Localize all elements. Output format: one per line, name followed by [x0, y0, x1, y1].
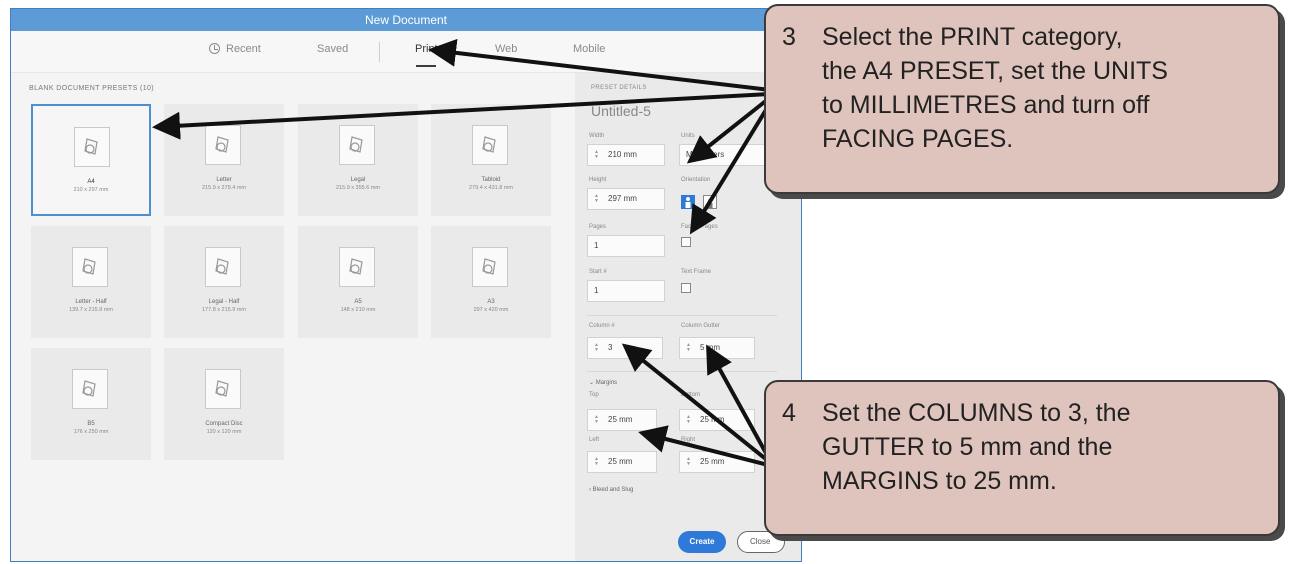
stage: New Document Recent Saved Print Web Mobi…: [0, 0, 1290, 564]
arrow-to-units: [686, 94, 774, 164]
callout-4-line: MARGINS to 25 mm.: [822, 467, 1057, 495]
arrow-to-print-tab: [428, 38, 771, 92]
arrow-to-facing-pages: [689, 98, 774, 235]
callout-step-3: 3 Select the PRINT category, the A4 PRES…: [764, 4, 1280, 194]
arrow-to-a4-preset: [152, 92, 771, 140]
callout-3-text: Select the PRINT category, the A4 PRESET…: [822, 20, 1168, 156]
callout-3-line: the A4 PRESET, set the UNITS: [822, 57, 1168, 85]
callout-3-number: 3: [782, 23, 796, 51]
callout-4-line: Set the COLUMNS to 3, the: [822, 399, 1131, 427]
callout-4-text: Set the COLUMNS to 3, the GUTTER to 5 mm…: [822, 396, 1130, 498]
callout-3-line: FACING PAGES.: [822, 125, 1014, 153]
callout-3-line: to MILLIMETRES and turn off: [822, 91, 1150, 119]
callout-4-number: 4: [782, 399, 796, 427]
callout-step-4: 4 Set the COLUMNS to 3, the GUTTER to 5 …: [764, 380, 1280, 536]
callout-4-line: GUTTER to 5 mm and the: [822, 433, 1113, 461]
arrow-to-gutter: [706, 344, 774, 465]
callout-3-line: Select the PRINT category,: [822, 23, 1123, 51]
